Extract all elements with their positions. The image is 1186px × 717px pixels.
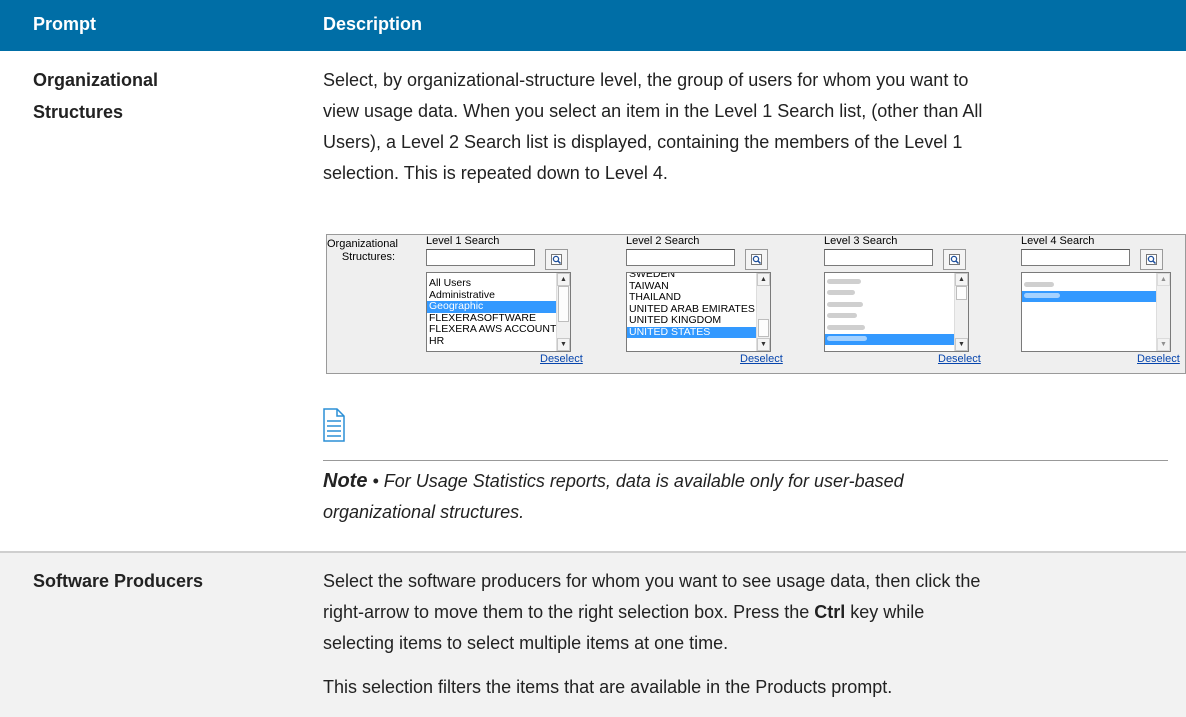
list-item[interactable]: All Users: [427, 277, 570, 290]
prompt-line: Organizational: [33, 70, 159, 90]
desc-line: Select, by organizational-structure leve…: [323, 70, 969, 90]
list-item-selected[interactable]: [1022, 290, 1170, 302]
list-item[interactable]: UNITED KINGDOM: [627, 314, 770, 327]
note-line-2: organizational structures.: [323, 502, 525, 522]
ctrl-key-label: Ctrl: [814, 602, 846, 622]
level-3-deselect-link[interactable]: Deselect: [938, 353, 981, 365]
level-1-deselect-link[interactable]: Deselect: [540, 353, 583, 365]
desc-line: Select the software producers for whom y…: [323, 571, 981, 591]
list-item-blurred[interactable]: [825, 288, 968, 300]
level-4-deselect-link[interactable]: Deselect: [1137, 353, 1180, 365]
scroll-down-icon[interactable]: ▼: [557, 338, 570, 351]
table-header: Prompt Description: [0, 0, 1186, 51]
magnifier-icon: [1146, 254, 1157, 265]
scroll-up-icon[interactable]: ▲: [757, 273, 770, 286]
scroll-up-icon[interactable]: ▲: [955, 273, 968, 286]
desc-line: Users), a Level 2 Search list is display…: [323, 132, 963, 152]
desc-paragraph: This selection filters the items that ar…: [323, 677, 893, 697]
row-description-software-producers: Select the software producers for whom y…: [323, 566, 1183, 703]
level-4-scrollbar[interactable]: ▲ ▼: [1156, 273, 1170, 351]
list-item-selected[interactable]: Geographic: [427, 300, 570, 313]
row-spacer: [0, 51, 1186, 52]
level-3-label: Level 3 Search: [824, 235, 898, 247]
magnifier-icon: [751, 254, 762, 265]
level-1-search-button[interactable]: [545, 249, 568, 270]
prompt-line: Structures: [33, 102, 124, 122]
magnifier-icon: [949, 254, 960, 265]
level-2-search-button[interactable]: [745, 249, 768, 270]
level-2-deselect-link[interactable]: Deselect: [740, 353, 783, 365]
list-item-blurred[interactable]: [825, 299, 968, 311]
level-4-label: Level 4 Search: [1021, 235, 1095, 247]
level-3-scrollbar[interactable]: ▲ ▼: [954, 273, 968, 351]
level-2-scrollbar[interactable]: ▲ ▼: [756, 273, 770, 351]
list-item-blurred[interactable]: [825, 311, 968, 323]
level-2-label: Level 2 Search: [626, 235, 700, 247]
desc-line: selecting items to select multiple items…: [323, 633, 729, 653]
row-description-org-structures: Select, by organizational-structure leve…: [323, 65, 1183, 189]
list-item[interactable]: FLEXERA AWS ACCOUNTS 1: [427, 323, 570, 336]
note-icon: [323, 408, 345, 447]
scroll-thumb[interactable]: [956, 286, 967, 300]
scroll-up-icon[interactable]: ▲: [1157, 273, 1170, 286]
note-label: Note: [323, 470, 368, 492]
scroll-down-icon[interactable]: ▼: [955, 338, 968, 351]
header-description: Description: [323, 14, 423, 34]
note-bullet: •: [367, 471, 384, 491]
list-item-blurred[interactable]: [825, 276, 968, 288]
magnifier-icon: [551, 254, 562, 265]
level-1-label: Level 1 Search: [426, 235, 500, 247]
list-item-selected[interactable]: UNITED STATES: [627, 326, 770, 338]
list-item-blurred[interactable]: [1022, 279, 1170, 291]
scroll-down-icon[interactable]: ▼: [1157, 338, 1170, 351]
level-4-listbox[interactable]: ▲ ▼: [1021, 272, 1171, 352]
level-3-search-input[interactable]: [824, 249, 933, 266]
scroll-down-icon[interactable]: ▼: [757, 338, 770, 351]
list-item[interactable]: THAILAND: [627, 291, 770, 304]
row-prompt-org-structures: Organizational Structures: [33, 64, 158, 128]
list-item[interactable]: HR: [427, 335, 570, 348]
level-4-search-input[interactable]: [1021, 249, 1130, 266]
level-3-search-button[interactable]: [943, 249, 966, 270]
list-item-selected[interactable]: [825, 333, 968, 345]
level-1-search-input[interactable]: [426, 249, 535, 266]
org-structures-label: Organizational Structures:: [327, 238, 398, 264]
level-1-scrollbar[interactable]: ▲ ▼: [556, 273, 570, 351]
row-prompt-software-producers: Software Producers: [33, 571, 204, 591]
desc-line: view usage data. When you select an item…: [323, 101, 983, 121]
level-1-listbox[interactable]: All Users Administrative Geographic FLEX…: [426, 272, 571, 352]
note-text: Note • For Usage Statistics reports, dat…: [323, 466, 1023, 528]
org-structures-screenshot: Organizational Structures: Level 1 Searc…: [326, 234, 1186, 374]
label-line: Structures:: [341, 251, 395, 263]
level-4-search-button[interactable]: [1140, 249, 1163, 270]
label-line: Organizational: [327, 238, 398, 250]
desc-line: selection. This is repeated down to Leve…: [323, 163, 668, 183]
level-3-listbox[interactable]: ▲ ▼: [824, 272, 969, 352]
scroll-thumb[interactable]: [558, 286, 569, 322]
scroll-up-icon[interactable]: ▲: [557, 273, 570, 286]
note-divider: [323, 460, 1168, 461]
desc-line: right-arrow to move them to the right se…: [323, 597, 1183, 628]
header-prompt: Prompt: [33, 14, 96, 34]
level-2-search-input[interactable]: [626, 249, 735, 266]
list-item-blurred[interactable]: [825, 322, 968, 334]
note-line-1: For Usage Statistics reports, data is av…: [383, 471, 904, 491]
scroll-thumb[interactable]: [758, 319, 769, 337]
desc-text: key while: [845, 602, 925, 622]
level-2-listbox[interactable]: SWEDEN TAIWAN THAILAND UNITED ARAB EMIRA…: [626, 272, 771, 352]
desc-text: right-arrow to move them to the right se…: [323, 602, 815, 622]
